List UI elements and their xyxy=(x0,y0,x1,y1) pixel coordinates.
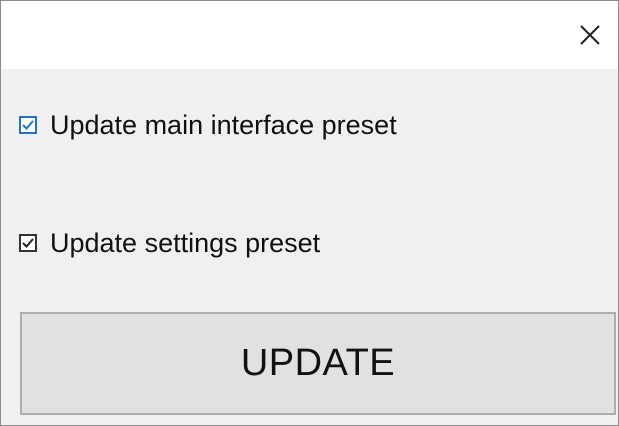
update-button[interactable]: UPDATE xyxy=(20,312,616,415)
update-main-interface-preset-label: Update main interface preset xyxy=(50,110,397,140)
update-settings-preset-checkbox[interactable] xyxy=(19,234,37,252)
update-settings-preset-label: Update settings preset xyxy=(50,228,321,258)
update-main-interface-preset-option[interactable]: Update main interface preset xyxy=(19,107,397,143)
title-bar xyxy=(1,1,618,69)
update-settings-preset-option[interactable]: Update settings preset xyxy=(19,225,320,261)
close-icon xyxy=(579,24,601,46)
update-main-interface-preset-checkbox[interactable] xyxy=(19,116,37,134)
checkmark-icon xyxy=(22,238,34,248)
checkmark-icon xyxy=(22,120,34,130)
update-preset-dialog: Update main interface preset Update sett… xyxy=(0,0,619,426)
update-button-label: UPDATE xyxy=(240,342,396,384)
close-button[interactable] xyxy=(562,1,618,69)
